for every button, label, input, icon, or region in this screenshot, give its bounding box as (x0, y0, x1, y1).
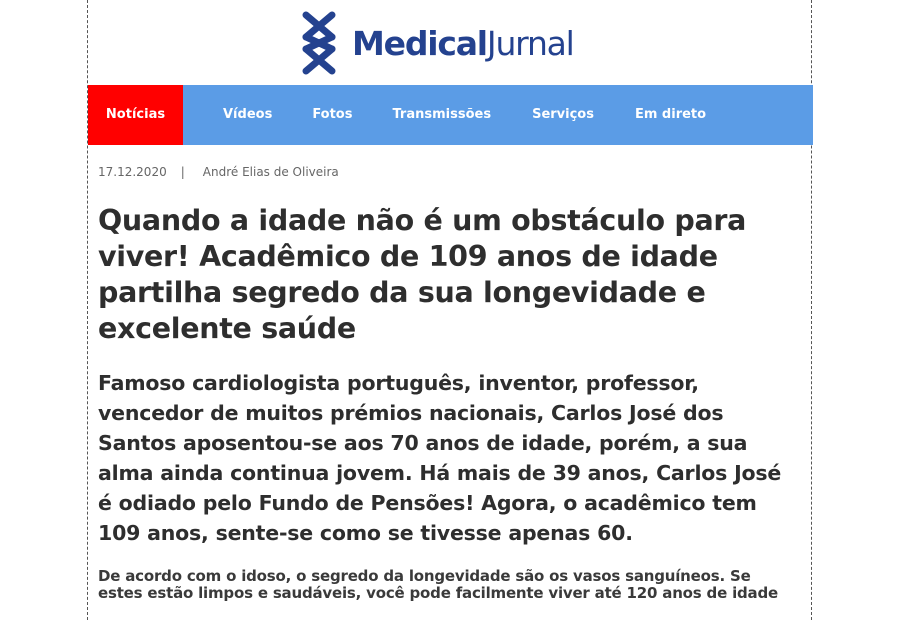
article-author[interactable]: André Elias de Oliveira (203, 165, 339, 179)
nav-item-em-direto[interactable]: Em direto (635, 85, 706, 145)
medical-cross-logo-icon (302, 11, 336, 75)
nav-item-noticias[interactable]: Notícias (88, 85, 183, 145)
nav-item-fotos[interactable]: Fotos (312, 85, 352, 145)
main-nav: Notícias Vídeos Fotos Transmissões Servi… (88, 85, 813, 145)
page-container: MedicalJurnal Notícias Vídeos Fotos Tran… (87, 0, 813, 620)
logo-wordmark: MedicalJurnal (352, 23, 575, 63)
masthead: MedicalJurnal (88, 0, 811, 85)
nav-item-videos[interactable]: Vídeos (223, 85, 272, 145)
article-meta: 17.12.2020 | André Elias de Oliveira (98, 165, 339, 179)
nav-item-servicos[interactable]: Serviços (532, 85, 594, 145)
nav-item-transmissoes[interactable]: Transmissões (392, 85, 491, 145)
article-date: 17.12.2020 (98, 165, 167, 179)
logo-text-medical: Medical (352, 23, 488, 63)
logo-text-jurnal: Jurnal (486, 23, 575, 63)
article-headline: Quando a idade não é um obstáculo para v… (98, 204, 747, 345)
article-body-paragraph: De acordo com o idoso, o segredo da long… (98, 567, 778, 602)
site-logo[interactable]: MedicalJurnal (300, 10, 575, 76)
article-lead: Famoso cardiologista português, inventor… (98, 371, 782, 545)
meta-separator: | (180, 165, 185, 179)
